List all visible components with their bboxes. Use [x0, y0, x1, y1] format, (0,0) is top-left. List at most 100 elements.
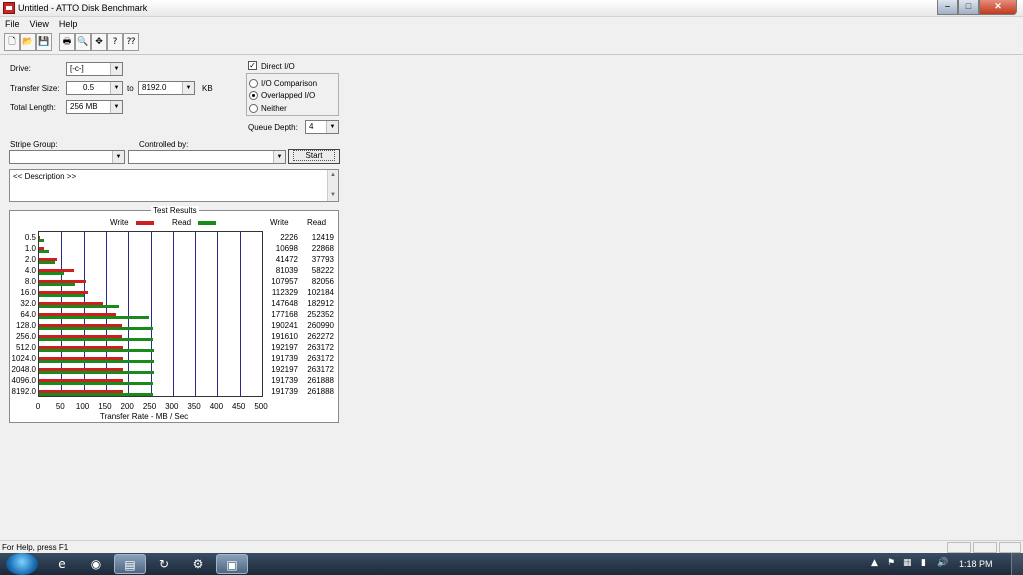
transfer-from-select[interactable]: 0.5 ▼: [66, 81, 123, 95]
menu-bar: File View Help: [0, 17, 1023, 32]
write-value: 191610: [271, 332, 298, 341]
windows-start-icon[interactable]: [6, 553, 38, 575]
legend-write: Write: [110, 218, 129, 227]
new-file-icon[interactable]: 🗋: [4, 33, 20, 51]
x-tick-label: 250: [142, 402, 157, 411]
explorer-icon[interactable]: ▤: [114, 554, 146, 574]
chevron-down-icon[interactable]: ▼: [110, 82, 122, 94]
transfer-from-value: 0.5: [83, 83, 95, 92]
network-icon[interactable]: ▦: [903, 558, 912, 568]
chevron-down-icon[interactable]: ▼: [326, 121, 338, 133]
to-label: to: [127, 84, 134, 93]
chevron-down-icon[interactable]: ▼: [273, 151, 285, 163]
print-preview-icon[interactable]: 🔍: [75, 33, 91, 51]
stripe-group-select[interactable]: ▼: [9, 150, 125, 164]
direct-io-checkbox[interactable]: ✓: [248, 61, 257, 70]
drive-value: [-c-]: [70, 64, 84, 73]
y-tick-label: 256.0: [15, 332, 36, 341]
close-button[interactable]: ✕: [979, 0, 1017, 15]
save-icon[interactable]: 💾: [36, 33, 52, 51]
x-tick-label: 200: [120, 402, 134, 411]
drive-label: Drive:: [10, 64, 31, 73]
signal-icon[interactable]: ▮: [921, 558, 926, 568]
io-comparison-radio[interactable]: [249, 79, 258, 88]
read-column-header: Read: [307, 218, 327, 227]
neither-label: Neither: [261, 104, 287, 113]
menu-help[interactable]: Help: [54, 17, 83, 32]
read-value: 102184: [307, 288, 334, 297]
chevron-down-icon[interactable]: ▼: [182, 82, 194, 94]
overlapped-io-radio[interactable]: [249, 91, 258, 100]
write-value: 192197: [271, 365, 298, 374]
read-value: 262272: [307, 332, 334, 341]
maximize-button[interactable]: □: [958, 0, 979, 15]
steam-icon[interactable]: ↻: [148, 554, 180, 574]
show-hidden-icons-icon[interactable]: ▲: [871, 558, 878, 568]
write-value: 191739: [271, 354, 298, 363]
queue-depth-select[interactable]: 4 ▼: [305, 120, 339, 134]
x-tick-label: 500: [254, 402, 268, 411]
volume-icon[interactable]: 🔊: [937, 558, 948, 568]
neither-radio[interactable]: [249, 104, 258, 113]
x-tick-label: 450: [232, 402, 246, 411]
menu-view[interactable]: View: [25, 17, 54, 32]
write-value: 190241: [271, 321, 298, 330]
open-folder-icon[interactable]: 📂: [20, 33, 36, 51]
status-cell-2: [973, 542, 997, 553]
stripe-group-label: Stripe Group:: [10, 140, 58, 149]
x-tick-label: 150: [98, 402, 112, 411]
write-value: 192197: [271, 343, 298, 352]
transfer-size-label: Transfer Size:: [10, 84, 60, 93]
ie-icon[interactable]: e: [46, 554, 78, 574]
legend-write-swatch: [136, 221, 154, 225]
x-tick-label: 100: [75, 402, 90, 411]
description-scrollbar[interactable]: ▲ ▼: [327, 170, 338, 201]
chevron-down-icon[interactable]: ▼: [110, 63, 122, 75]
y-tick-label: 8192.0: [11, 387, 36, 396]
menu-file[interactable]: File: [0, 17, 25, 32]
start-button[interactable]: Start: [288, 149, 340, 164]
help-icon[interactable]: ?: [107, 33, 123, 51]
y-tick-label: 4.0: [24, 266, 36, 275]
y-tick-label: 2.0: [24, 255, 36, 264]
transfer-to-select[interactable]: 8192.0 ▼: [138, 81, 195, 95]
results-title: Test Results: [151, 206, 199, 215]
legend-read: Read: [172, 218, 192, 227]
read-bar: [39, 360, 154, 363]
y-tick-label: 1.0: [24, 244, 36, 253]
read-bar: [39, 316, 149, 319]
x-tick-label: 0: [35, 402, 41, 411]
y-tick-label: 128.0: [15, 321, 36, 330]
scroll-up-icon[interactable]: ▲: [330, 172, 336, 178]
grid-line: [195, 232, 196, 396]
minimize-button[interactable]: –: [937, 0, 958, 15]
write-value: 41472: [275, 255, 298, 264]
firefox-icon[interactable]: ◉: [80, 554, 112, 574]
move-icon[interactable]: ✥: [91, 33, 107, 51]
drive-select[interactable]: [-c-] ▼: [66, 62, 123, 76]
controlled-by-select[interactable]: ▼: [128, 150, 286, 164]
show-desktop-button[interactable]: [1011, 553, 1023, 575]
grid-line: [217, 232, 218, 396]
total-length-value: 256 MB: [70, 102, 98, 111]
legend-read-swatch: [198, 221, 216, 225]
direct-io-label: Direct I/O: [261, 62, 295, 71]
context-help-icon[interactable]: ⁇: [123, 33, 139, 51]
scroll-down-icon[interactable]: ▼: [330, 192, 336, 198]
description-textarea[interactable]: << Description >> ▲ ▼: [9, 169, 339, 202]
clock[interactable]: 1:18 PM: [959, 559, 993, 569]
window-title: Untitled - ATTO Disk Benchmark: [18, 3, 148, 13]
atto-icon[interactable]: ▣: [216, 554, 248, 574]
results-plot: [38, 231, 263, 397]
test-results-panel: Test Results Write Read Write Read Trans…: [9, 206, 339, 423]
status-cell-3: [999, 542, 1021, 553]
action-center-icon[interactable]: ⚑: [887, 558, 895, 568]
chevron-down-icon[interactable]: ▼: [110, 101, 122, 113]
read-value: 263172: [307, 365, 334, 374]
total-length-select[interactable]: 256 MB ▼: [66, 100, 123, 114]
chevron-down-icon[interactable]: ▼: [112, 151, 124, 163]
y-tick-label: 1024.0: [11, 354, 36, 363]
print-icon[interactable]: 🖶: [59, 33, 75, 51]
settings-icon[interactable]: ⚙: [182, 554, 214, 574]
y-tick-label: 512.0: [15, 343, 36, 352]
